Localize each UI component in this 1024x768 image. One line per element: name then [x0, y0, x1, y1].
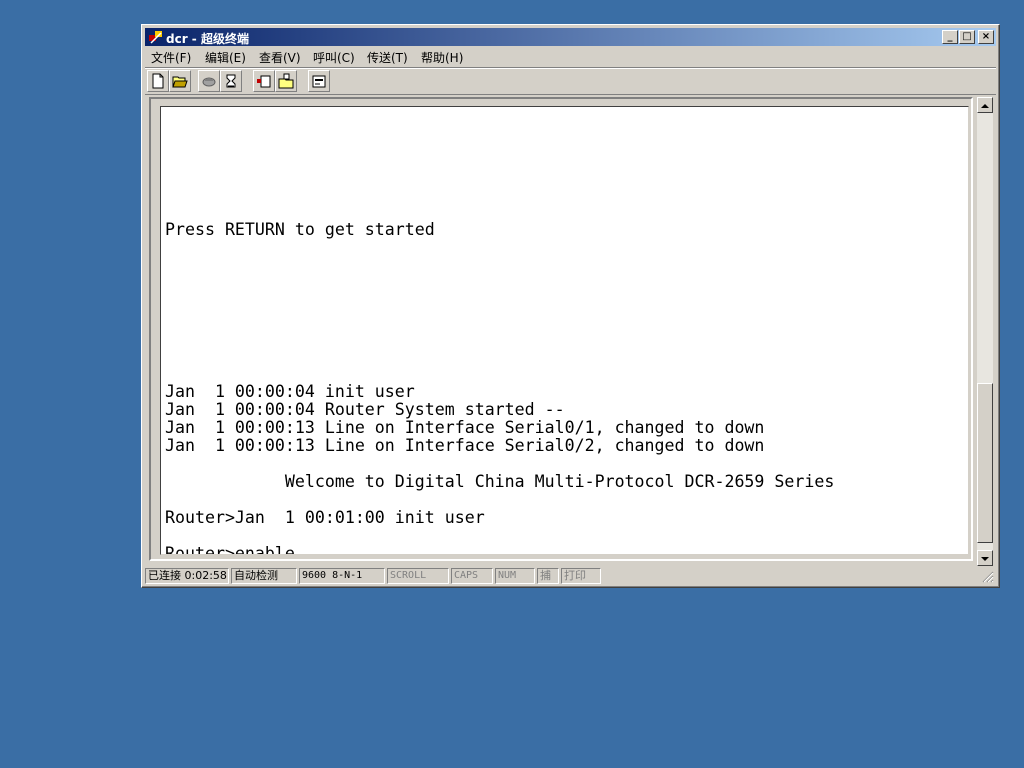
open-button[interactable] — [169, 70, 191, 92]
menu-bar: 文件(F) 编辑(E) 查看(V) 呼叫(C) 传送(T) 帮助(H) — [145, 47, 996, 66]
status-capture: 捕 — [537, 568, 559, 584]
send-button[interactable] — [253, 70, 275, 92]
scroll-up-button[interactable] — [977, 97, 993, 113]
properties-button[interactable] — [308, 70, 330, 92]
minimize-button[interactable]: _ — [942, 30, 958, 44]
connect-icon — [202, 77, 216, 87]
arrow-up-icon — [981, 104, 989, 108]
new-button[interactable] — [147, 70, 169, 92]
terminal-frame: Press RETURN to get started Jan 1 00:00:… — [149, 97, 973, 561]
open-icon — [172, 76, 188, 88]
disconnect-button[interactable] — [220, 70, 242, 92]
receive-button[interactable] — [275, 70, 297, 92]
menu-transfer[interactable]: 传送(T) — [367, 49, 408, 66]
status-bar: 已连接 0:02:58 自动检测 9600 8-N-1 SCROLL CAPS … — [145, 567, 996, 585]
vertical-scrollbar[interactable] — [977, 97, 993, 566]
disconnect-icon — [226, 74, 236, 88]
receive-icon — [278, 73, 294, 89]
connect-button[interactable] — [198, 70, 220, 92]
terminal-output: Press RETURN to get started Jan 1 00:00:… — [165, 220, 835, 555]
menu-call[interactable]: 呼叫(C) — [313, 49, 355, 66]
menu-file[interactable]: 文件(F) — [151, 49, 191, 66]
maximize-button[interactable]: □ — [959, 30, 975, 44]
arrow-down-icon — [981, 557, 989, 561]
hyperterminal-icon[interactable] — [148, 29, 164, 45]
status-scroll: SCROLL — [387, 568, 449, 584]
menu-view[interactable]: 查看(V) — [259, 49, 301, 66]
new-icon — [152, 73, 164, 89]
status-num: NUM — [495, 568, 535, 584]
status-print: 打印 — [561, 568, 601, 584]
status-detect: 自动检测 — [231, 568, 297, 584]
resize-grip-icon[interactable] — [982, 571, 994, 583]
scroll-down-button[interactable] — [977, 550, 993, 566]
status-port: 9600 8-N-1 — [299, 568, 385, 584]
hyperterminal-window: dcr - 超级终端 _ □ × 文件(F) 编辑(E) 查看(V) 呼叫(C)… — [141, 24, 1000, 588]
close-button[interactable]: × — [978, 30, 994, 44]
scroll-thumb[interactable] — [977, 383, 993, 543]
terminal-screen[interactable]: Press RETURN to get started Jan 1 00:00:… — [160, 106, 969, 555]
menu-help[interactable]: 帮助(H) — [421, 49, 463, 66]
properties-icon — [312, 75, 326, 88]
status-caps: CAPS — [451, 568, 493, 584]
toolbar — [145, 67, 996, 95]
title-bar[interactable]: dcr - 超级终端 _ □ × — [145, 28, 996, 46]
window-title: dcr - 超级终端 — [166, 32, 249, 46]
send-icon — [257, 75, 271, 88]
status-connected: 已连接 0:02:58 — [145, 568, 229, 584]
menu-edit[interactable]: 编辑(E) — [205, 49, 246, 66]
